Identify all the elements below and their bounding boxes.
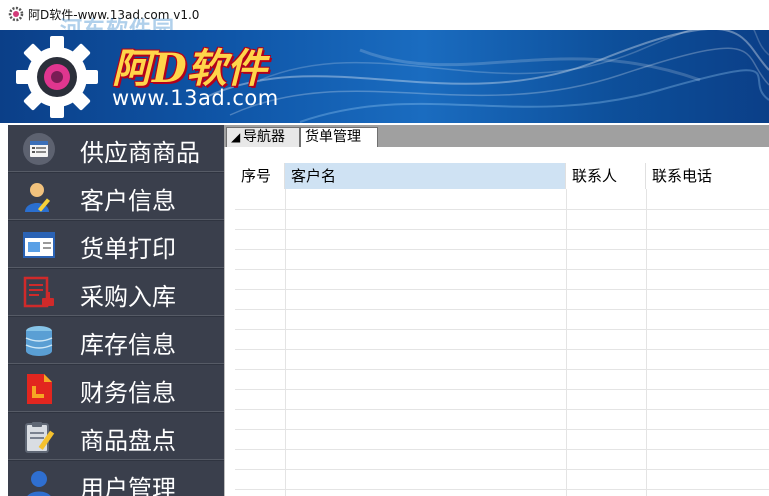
title-bar: 阿D软件-www.13ad.com v1.0 河东软件园 — [0, 0, 769, 43]
sidebar-item-supplier-goods[interactable]: 供应商商品 — [8, 125, 224, 172]
tab-navigator[interactable]: ◢ 导航器 — [226, 127, 300, 147]
clipboard-pencil-icon — [25, 422, 55, 453]
sidebar-item-label: 商品盘点 — [80, 427, 176, 455]
sidebar-item-label: 客户信息 — [80, 187, 176, 215]
grid-header: 序号 客户名 联系人 联系电话 — [235, 163, 769, 189]
column-header-customer-name[interactable]: 客户名 — [285, 163, 566, 189]
sidebar-item-label: 供应商商品 — [80, 139, 200, 167]
tab-label: 货单管理 — [305, 129, 361, 145]
main-content: ◢ 导航器 货单管理 序号 客户名 联系人 联系电话 — [224, 125, 769, 496]
sidebar-item-inventory-info[interactable]: 库存信息 — [8, 317, 224, 364]
back-arrow-icon: ◢ — [231, 130, 241, 144]
sidebar: 供应商商品 客户信息 货单打印 采购入库 库存信息 财务信息 商品盘点 用户管理 — [8, 125, 224, 496]
sidebar-item-label: 用户管理 — [80, 475, 176, 496]
app-icon — [8, 6, 24, 22]
website-url: www.13ad.com — [112, 86, 279, 110]
sidebar-item-label: 采购入库 — [80, 283, 176, 311]
print-document-icon — [23, 232, 55, 258]
sidebar-item-purchase-inbound[interactable]: 采购入库 — [8, 269, 224, 316]
column-header-index[interactable]: 序号 — [235, 163, 285, 189]
data-grid[interactable]: 序号 客户名 联系人 联系电话 — [235, 163, 769, 496]
tab-label: 导航器 — [243, 129, 285, 145]
ledger-icon — [27, 374, 52, 404]
users-icon — [27, 471, 51, 496]
stamp-document-icon — [23, 276, 54, 308]
tab-order-management[interactable]: 货单管理 — [300, 127, 378, 147]
gear-logo-icon — [16, 36, 98, 118]
sidebar-item-user-management[interactable]: 用户管理 — [8, 461, 224, 496]
list-icon — [23, 133, 55, 165]
column-header-contact[interactable]: 联系人 — [566, 163, 646, 189]
sidebar-item-label: 库存信息 — [80, 331, 176, 359]
header-banner: 阿D软件 www.13ad.com — [0, 30, 769, 123]
sidebar-item-label: 货单打印 — [80, 235, 176, 263]
sidebar-item-order-print[interactable]: 货单打印 — [8, 221, 224, 268]
user-edit-icon — [25, 183, 51, 212]
sidebar-item-customer-info[interactable]: 客户信息 — [8, 173, 224, 220]
database-icon — [25, 326, 53, 356]
column-header-phone[interactable]: 联系电话 — [646, 163, 769, 189]
grid-lines — [235, 189, 769, 496]
tab-strip: ◢ 导航器 货单管理 — [224, 125, 769, 147]
sidebar-item-finance-info[interactable]: 财务信息 — [8, 365, 224, 412]
sidebar-item-stock-check[interactable]: 商品盘点 — [8, 413, 224, 460]
sidebar-item-label: 财务信息 — [80, 379, 176, 407]
tab-panel: 序号 客户名 联系人 联系电话 — [224, 147, 769, 496]
